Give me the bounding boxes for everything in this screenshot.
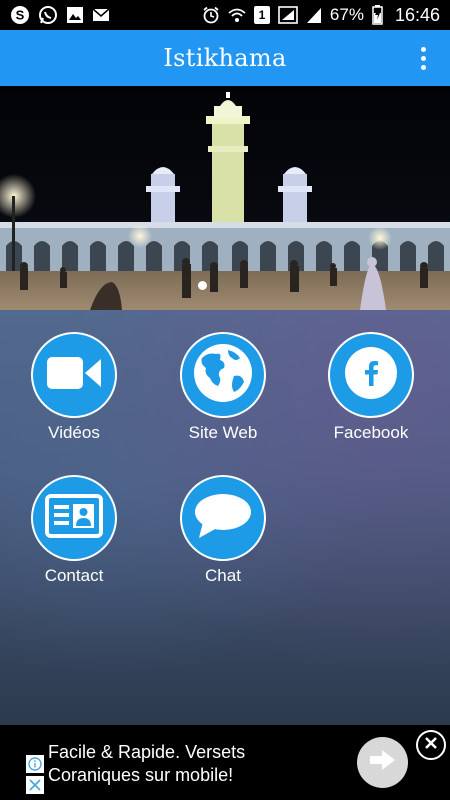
status-bar: S 1 67% 16:46 (0, 0, 450, 30)
app-title: Istikhama (163, 44, 287, 72)
ad-close-button[interactable] (416, 730, 446, 760)
facebook-icon (344, 346, 398, 405)
banner-slideshow[interactable] (0, 86, 450, 310)
signal-bars-icon (306, 6, 322, 24)
email-icon (92, 7, 110, 23)
image-icon (66, 6, 84, 24)
ad-line-1: Facile & Rapide. Versets (48, 742, 246, 762)
contact-card-icon (45, 493, 103, 543)
facebook-button[interactable] (328, 332, 414, 418)
arrow-right-icon (369, 748, 397, 777)
alarm-icon (202, 6, 220, 24)
chat-bubble-icon (193, 492, 253, 545)
videos-button[interactable] (31, 332, 117, 418)
signal-icon (278, 6, 298, 24)
menu-label-site-web: Site Web (188, 423, 258, 442)
close-icon (423, 735, 439, 756)
mosque-image (0, 86, 450, 310)
chat-button[interactable] (180, 475, 266, 561)
wifi-icon (228, 6, 246, 24)
ad-info-icon[interactable] (26, 755, 44, 773)
notification-icons: S (10, 5, 110, 25)
menu-label-facebook: Facebook (333, 423, 409, 442)
video-camera-icon (45, 353, 103, 398)
globe-icon (192, 342, 254, 409)
main-menu: Vidéos Site Web Facebook Contact Chat (0, 310, 450, 725)
menu-item-contact[interactable]: Contact (9, 475, 139, 586)
ad-text[interactable]: Facile & Rapide. Versets Coraniques sur … (48, 741, 245, 787)
svg-text:S: S (16, 8, 25, 23)
menu-label-contact: Contact (44, 566, 104, 585)
slideshow-pager-dot[interactable] (198, 281, 207, 290)
battery-icon (372, 5, 383, 25)
ad-choices-close-icon[interactable] (26, 776, 44, 794)
skype-icon: S (10, 5, 30, 25)
menu-label-chat: Chat (205, 566, 241, 585)
menu-item-videos[interactable]: Vidéos (9, 332, 139, 443)
sim-1-icon: 1 (253, 6, 270, 24)
clock: 16:46 (394, 4, 440, 25)
menu-label-videos: Vidéos (48, 423, 100, 442)
ad-line-2: Coraniques sur mobile! (48, 765, 234, 785)
sim-label: 1 (258, 8, 266, 22)
contact-button[interactable] (31, 475, 117, 561)
ad-go-button[interactable] (357, 737, 408, 788)
battery-percentage: 67% (329, 5, 364, 24)
overflow-menu-icon[interactable] (408, 42, 438, 74)
app-bar: Istikhama (0, 30, 450, 86)
menu-item-site-web[interactable]: Site Web (158, 332, 288, 443)
system-status: 1 67% 16:46 (202, 5, 440, 26)
menu-item-chat[interactable]: Chat (158, 475, 288, 586)
site-web-button[interactable] (180, 332, 266, 418)
whatsapp-icon (38, 5, 58, 25)
menu-item-facebook[interactable]: Facebook (306, 332, 436, 443)
